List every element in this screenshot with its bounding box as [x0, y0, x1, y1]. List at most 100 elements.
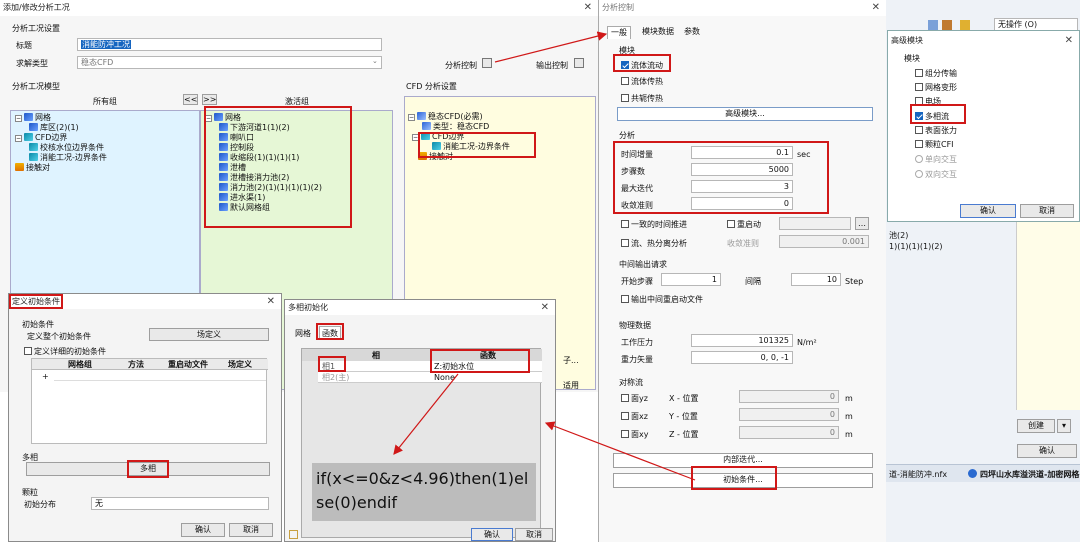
- table-row[interactable]: [318, 361, 542, 372]
- start-step-input[interactable]: 1: [661, 273, 721, 286]
- tree-item-cfd-boundary[interactable]: − CFD边界: [15, 133, 107, 143]
- tree-item[interactable]: 泄槽: [205, 163, 322, 173]
- checkbox-icon[interactable]: [915, 126, 923, 134]
- multiphase-button[interactable]: 多相: [26, 462, 270, 476]
- init-ok-button[interactable]: 确认: [181, 523, 225, 537]
- collapse-icon[interactable]: −: [412, 134, 419, 141]
- tree-item-steady-cfd[interactable]: − 稳态CFD(必需): [408, 112, 510, 122]
- consistent-time-checkbox[interactable]: 一致的时间推进: [621, 219, 687, 230]
- detail-checkbox[interactable]: 定义详细的初始条件: [24, 346, 106, 357]
- plane-xz-checkbox[interactable]: 面xz: [621, 411, 648, 422]
- radio-two-way[interactable]: 双向交互: [915, 169, 957, 180]
- tree-item[interactable]: 消能工况-边界条件: [15, 153, 107, 163]
- plane-yz-input[interactable]: 0: [739, 390, 839, 403]
- side-label[interactable]: 子...: [563, 355, 579, 366]
- settings-icon[interactable]: [482, 58, 492, 68]
- interval-input[interactable]: 10: [791, 273, 841, 286]
- module-multiphase[interactable]: 多相流: [915, 111, 949, 122]
- title-input[interactable]: 消能防冲工况: [77, 38, 382, 51]
- radio-icon[interactable]: [915, 170, 923, 178]
- collapse-icon[interactable]: −: [15, 135, 22, 142]
- settings-icon[interactable]: [289, 530, 298, 539]
- tree-item[interactable]: 类型：稳态CFD: [408, 122, 510, 132]
- function-cell[interactable]: Z:初始水位: [434, 361, 474, 372]
- tree-item[interactable]: 喇叭口: [205, 133, 322, 143]
- collapse-icon[interactable]: −: [205, 115, 212, 122]
- phase-cell[interactable]: 相1: [322, 361, 335, 372]
- module-conjugate-heat[interactable]: 共轭传热: [621, 93, 663, 104]
- checkbox-icon[interactable]: [621, 430, 629, 438]
- tree-item[interactable]: 下游河道1(1)(2): [205, 123, 322, 133]
- initial-condition-button[interactable]: 初始条件...: [613, 473, 873, 488]
- advanced-modules-button[interactable]: 高级模块...: [617, 107, 873, 121]
- function-cell[interactable]: None: [434, 372, 455, 383]
- inner-iteration-button[interactable]: 内部迭代...: [613, 453, 873, 468]
- convergence-input[interactable]: 0: [691, 197, 793, 210]
- checkbox-icon[interactable]: [24, 347, 32, 355]
- tree-item[interactable]: 消能工况-边界条件: [408, 142, 510, 152]
- tree-item-mesh[interactable]: − 网格: [15, 113, 107, 123]
- move-right-button[interactable]: >>: [202, 94, 217, 105]
- radio-icon[interactable]: [915, 155, 923, 163]
- create-dropdown-button[interactable]: ▾: [1057, 419, 1071, 433]
- checkbox-icon[interactable]: [621, 220, 629, 228]
- time-increment-input[interactable]: 0.1: [691, 146, 793, 159]
- module-fluid-flow[interactable]: 流体流动: [621, 60, 663, 71]
- checkbox-icon[interactable]: [621, 394, 629, 402]
- checkbox-icon[interactable]: [621, 77, 629, 85]
- tree-item[interactable]: 泄槽接消力池(2): [205, 173, 322, 183]
- output-control-button[interactable]: 输出控制: [536, 60, 568, 71]
- close-icon[interactable]: ✕: [872, 0, 880, 16]
- plane-xy-checkbox[interactable]: 面xy: [621, 429, 648, 440]
- checkbox-icon[interactable]: [727, 220, 735, 228]
- checkbox-icon[interactable]: [915, 97, 923, 105]
- checkbox-checked-icon[interactable]: [915, 112, 923, 120]
- close-icon[interactable]: ✕: [584, 0, 592, 16]
- checkbox-icon[interactable]: [915, 69, 923, 77]
- toolbar-icon[interactable]: [928, 20, 938, 30]
- tree-item-mesh[interactable]: − 网格: [205, 113, 322, 123]
- close-icon[interactable]: ✕: [267, 294, 275, 310]
- steps-input[interactable]: 5000: [691, 163, 793, 176]
- analysis-control-button[interactable]: 分析控制: [445, 60, 477, 71]
- tree-item-contact[interactable]: 接触对: [15, 163, 107, 173]
- toolbar-icon[interactable]: [960, 20, 970, 30]
- checkbox-icon[interactable]: [621, 412, 629, 420]
- tree-item[interactable]: 进水渠(1): [205, 193, 322, 203]
- mp-tab-function[interactable]: 函数: [319, 326, 341, 340]
- module-species[interactable]: 组分传输: [915, 68, 957, 79]
- table-row[interactable]: [54, 371, 266, 381]
- plane-yz-checkbox[interactable]: 面yz: [621, 393, 648, 404]
- background-ok-button[interactable]: 确认: [1017, 444, 1077, 458]
- file-tab[interactable]: 四坪山水库溢洪道-加密网格: [980, 469, 1079, 480]
- table-row[interactable]: [318, 372, 542, 383]
- tab-module-data[interactable]: 模块数据: [639, 26, 677, 38]
- mp-cancel-button[interactable]: 取消: [515, 528, 553, 541]
- side-label[interactable]: 适用: [563, 380, 579, 391]
- tab-parameters[interactable]: 参数: [681, 26, 703, 38]
- radio-single-way[interactable]: 单向交互: [915, 154, 957, 165]
- module-heat-transfer[interactable]: 流体传热: [621, 76, 663, 87]
- module-mesh-deform[interactable]: 网格变形: [915, 82, 957, 93]
- close-icon[interactable]: ✕: [541, 300, 549, 316]
- pressure-input[interactable]: 101325: [691, 334, 793, 347]
- create-button[interactable]: 创建: [1017, 419, 1055, 433]
- init-dist-select[interactable]: 无: [91, 497, 269, 510]
- field-definition-button[interactable]: 场定义: [149, 328, 269, 341]
- tree-item-cfd-boundary[interactable]: − CFD边界: [408, 132, 510, 142]
- gravity-input[interactable]: 0, 0, -1: [691, 351, 793, 364]
- tree-item[interactable]: 校核水位边界条件: [15, 143, 107, 153]
- tree-item[interactable]: 默认网格组: [205, 203, 322, 213]
- file-tab[interactable]: 道-消能防冲.nfx: [889, 469, 947, 480]
- advanced-cancel-button[interactable]: 取消: [1020, 204, 1074, 218]
- plane-xz-input[interactable]: 0: [739, 408, 839, 421]
- checkbox-icon[interactable]: [915, 83, 923, 91]
- init-cancel-button[interactable]: 取消: [229, 523, 273, 537]
- browse-button[interactable]: …: [855, 217, 869, 230]
- tree-item[interactable]: 库区(2)(1): [15, 123, 107, 133]
- mp-tab-mesh[interactable]: 网格: [295, 328, 311, 339]
- conv-input[interactable]: 0.001: [779, 235, 869, 248]
- restart-file-input[interactable]: [779, 217, 851, 230]
- restart-checkbox[interactable]: 重启动: [727, 219, 761, 230]
- output-restart-checkbox[interactable]: 输出中间重启动文件: [621, 294, 703, 305]
